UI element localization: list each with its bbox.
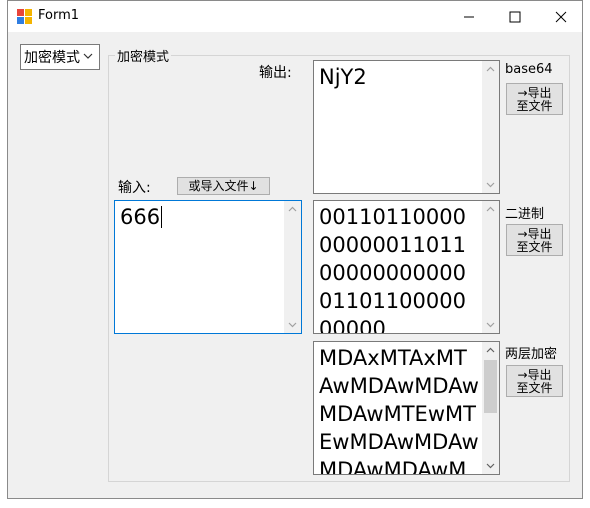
minimize-button[interactable]	[446, 1, 492, 32]
binary-output-text: 0011011000000000011011000000000000110110…	[319, 205, 466, 334]
groupbox-title: 加密模式	[115, 46, 172, 65]
base64-label: base64	[505, 62, 553, 77]
mode-select-value: 加密模式	[24, 50, 80, 66]
close-icon	[555, 11, 567, 22]
title-bar[interactable]: Form1	[8, 1, 582, 32]
close-button[interactable]	[538, 1, 584, 32]
input-scrollbar[interactable]	[284, 201, 301, 333]
base64-output[interactable]: NjY2	[313, 60, 500, 194]
scroll-up-icon[interactable]	[482, 61, 499, 78]
double-label: 两层加密	[505, 347, 558, 362]
double-output-text: MDAxMTAxMTAwMDAwMDAwMDAwMTEwMTEwMDAwMDAw…	[319, 346, 479, 475]
double-output[interactable]: MDAxMTAxMTAwMDAwMDAwMDAwMTEwMTEwMDAwMDAw…	[313, 341, 500, 475]
scroll-down-icon[interactable]	[482, 457, 499, 474]
app-icon	[17, 9, 32, 24]
window-title: Form1	[38, 8, 80, 23]
base64-output-text: NjY2	[319, 65, 367, 89]
form-client-area: 加密模式 加密模式 输出: NjY2 base64 →导出 至文件 输入: 或导…	[8, 32, 582, 498]
base64-export-button[interactable]: →导出 至文件	[506, 83, 563, 115]
scroll-down-icon[interactable]	[284, 316, 301, 333]
binary-export-button[interactable]: →导出 至文件	[506, 224, 563, 256]
scroll-up-icon[interactable]	[284, 201, 301, 218]
maximize-icon	[509, 11, 521, 22]
scroll-thumb[interactable]	[484, 360, 497, 413]
text-caret	[161, 206, 163, 228]
scroll-up-icon[interactable]	[482, 342, 499, 359]
mode-select[interactable]: 加密模式	[20, 44, 100, 70]
input-text-wrapper: 666	[120, 203, 281, 231]
input-textbox[interactable]: 666	[114, 200, 302, 334]
scroll-down-icon[interactable]	[482, 176, 499, 193]
input-text: 666	[120, 205, 161, 229]
binary-scrollbar[interactable]	[482, 201, 499, 333]
scroll-up-icon[interactable]	[482, 201, 499, 218]
binary-label: 二进制	[505, 207, 545, 222]
import-file-button[interactable]: 或导入文件↓	[177, 177, 270, 195]
base64-scrollbar[interactable]	[482, 61, 499, 193]
binary-output[interactable]: 0011011000000000011011000000000000110110…	[313, 200, 500, 334]
double-export-button[interactable]: →导出 至文件	[506, 365, 563, 397]
double-scrollbar[interactable]	[482, 342, 499, 474]
minimize-icon	[464, 16, 474, 17]
output-label: 输出:	[259, 65, 292, 81]
chevron-down-icon	[83, 53, 93, 59]
input-label: 输入:	[118, 180, 151, 196]
maximize-button[interactable]	[492, 1, 538, 32]
main-window: Form1 加密模式 加密模式 输出: NjY2 base64 →导出 至文件 …	[7, 0, 583, 499]
scroll-down-icon[interactable]	[482, 316, 499, 333]
